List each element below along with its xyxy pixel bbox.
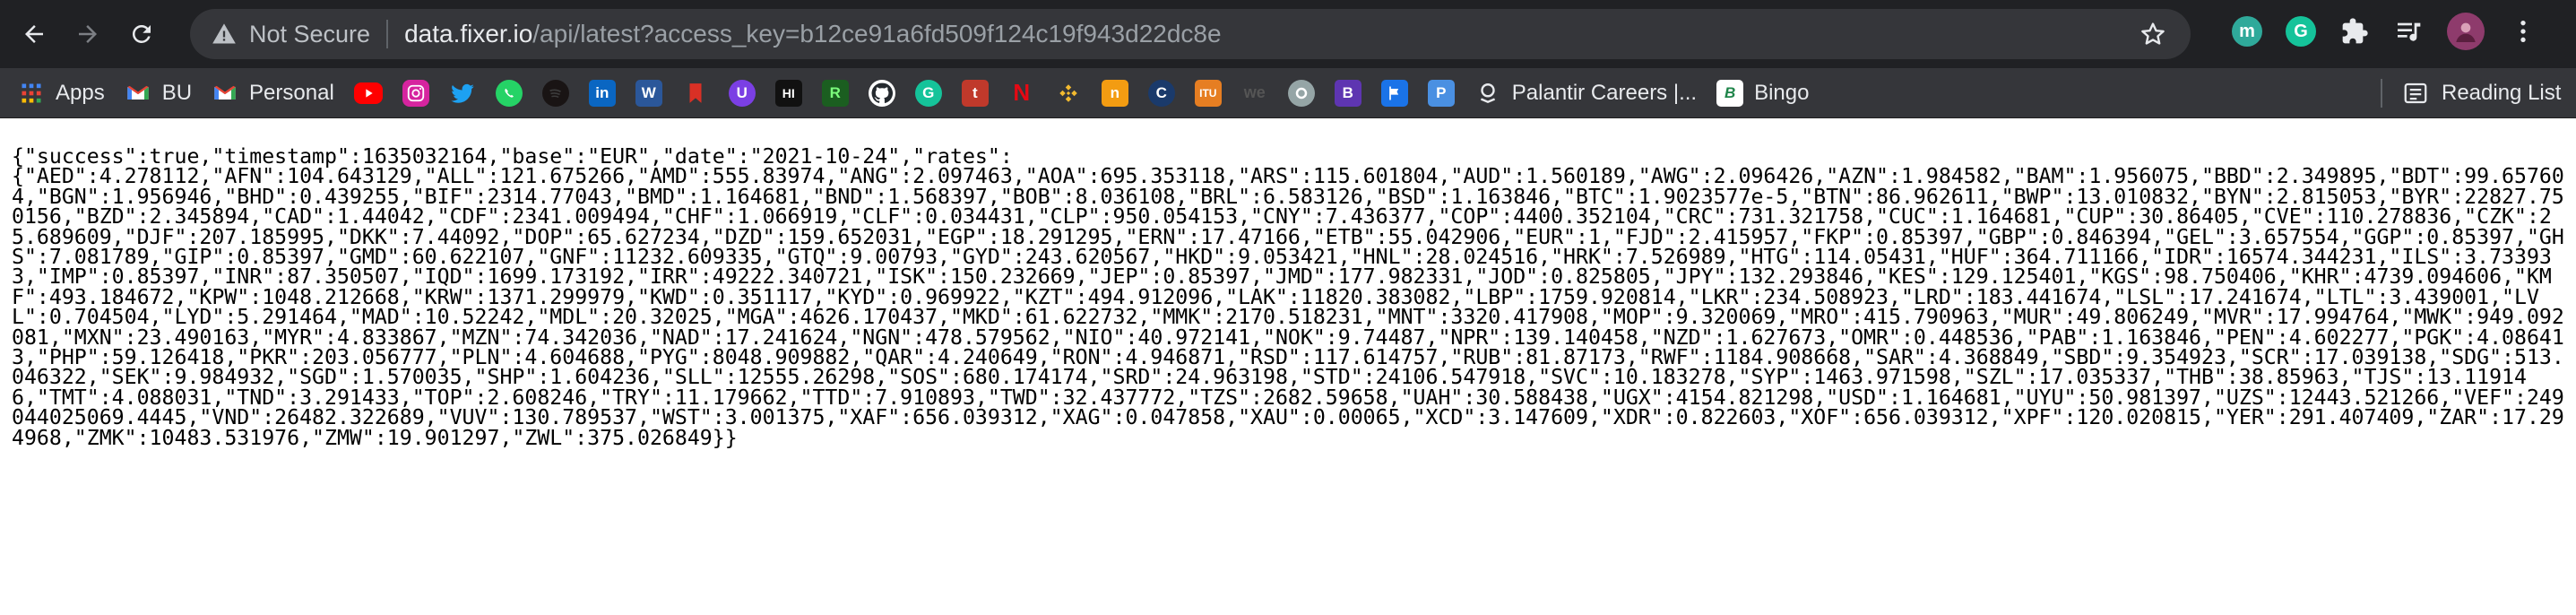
bookmark-flag[interactable] [1380, 79, 1408, 107]
bookmark-label: Apps [56, 80, 105, 105]
b-square-icon: B [1334, 79, 1361, 107]
bookmark-twitter[interactable] [449, 80, 476, 107]
bookmark-we[interactable]: we [1241, 80, 1268, 107]
instagram-icon [402, 79, 429, 107]
bookmark-gear[interactable] [1287, 79, 1315, 107]
bookmark-label: Bingo [1754, 80, 1810, 105]
reload-icon [132, 24, 151, 43]
bookmark-b[interactable]: B [1334, 79, 1361, 107]
address-divider [386, 20, 389, 48]
twitter-icon [449, 80, 476, 107]
bingo-icon: B [1716, 79, 1744, 107]
json-response-text: {"success":true,"timestamp":1635032164,"… [12, 144, 2564, 450]
browser-toolbar: Not Secure data.fixer.io/api/latest?acce… [0, 0, 2576, 68]
c-circle-icon: C [1147, 79, 1175, 107]
bookmark-palantir[interactable]: Palantir Careers |... [1474, 80, 1697, 107]
grammarly-icon[interactable]: G [2286, 16, 2316, 47]
bookmark-linkedin[interactable]: in [588, 79, 616, 107]
bookmark-bu[interactable]: BU [125, 80, 192, 107]
bookmark-word[interactable]: W [635, 79, 662, 107]
bookmark-red-icon [682, 80, 709, 107]
binance-icon [1055, 80, 1082, 107]
reading-list-button[interactable]: Reading List [2381, 68, 2561, 118]
itu-icon: ITU [1194, 79, 1222, 107]
bookmarks-bar: Apps BU Personal in W U HI R G t N n C I… [0, 68, 2576, 118]
more-vert-icon[interactable] [2508, 16, 2538, 47]
puzzle-icon[interactable] [2339, 16, 2370, 47]
gear-circle-icon [1287, 79, 1315, 107]
bookmark-green-r[interactable]: R [821, 79, 849, 107]
back-arrow-icon [25, 25, 43, 43]
whatsapp-icon [495, 79, 523, 107]
reading-list-label: Reading List [2442, 81, 2562, 105]
security-status-label[interactable]: Not Secure [249, 21, 370, 48]
bookmark-youtube[interactable] [353, 82, 383, 104]
palantir-icon [1474, 80, 1501, 107]
bookmark-label: BU [161, 80, 193, 105]
gmail-icon [212, 80, 238, 107]
bookmark-tumblr[interactable]: t [961, 79, 989, 107]
github-icon [868, 79, 895, 107]
extensions-area: m G [2232, 13, 2538, 50]
p-square-icon: P [1427, 79, 1455, 107]
bookmark-p[interactable]: P [1427, 79, 1455, 107]
gmail-icon [125, 80, 151, 107]
u-circle-icon: U [728, 79, 756, 107]
bookmark-personal[interactable]: Personal [212, 80, 334, 107]
bookmark-u[interactable]: U [728, 79, 756, 107]
address-bar[interactable]: Not Secure data.fixer.io/api/latest?acce… [190, 9, 2191, 59]
bookmark-red[interactable] [682, 80, 709, 107]
bookmark-apps[interactable]: Apps [18, 80, 105, 107]
back-button[interactable] [13, 13, 56, 56]
warning-triangle-icon[interactable] [212, 22, 237, 47]
bookmark-binance[interactable] [1055, 80, 1082, 107]
bookmarks-divider [2381, 79, 2382, 108]
bookmark-label: Personal [249, 80, 334, 105]
bookmark-grammarly[interactable]: G [914, 79, 942, 107]
word-icon: W [635, 79, 662, 107]
avatar[interactable] [2447, 13, 2485, 50]
bookmark-whatsapp[interactable] [495, 79, 523, 107]
m-circle-icon[interactable]: m [2232, 16, 2262, 47]
apps-grid-icon [18, 80, 45, 107]
bookmark-label: Palantir Careers |... [1511, 80, 1698, 105]
bookmark-spotify[interactable] [541, 79, 569, 107]
spotify-icon [541, 79, 569, 107]
forward-arrow-icon [79, 25, 97, 43]
bookmark-netflix[interactable]: N [1008, 79, 1035, 107]
linkedin-icon: in [588, 79, 616, 107]
reload-button[interactable] [120, 13, 163, 56]
flag-icon [1380, 79, 1408, 107]
netflix-icon: N [1013, 79, 1031, 106]
reading-list-icon [2404, 82, 2427, 104]
youtube-icon [353, 82, 383, 104]
bookmark-github[interactable] [868, 79, 895, 107]
tumblr-icon: t [961, 79, 989, 107]
we-icon: we [1243, 83, 1266, 101]
url-host[interactable]: data.fixer.io [404, 20, 532, 48]
green-r-icon: R [821, 79, 849, 107]
grammarly-icon: G [914, 79, 942, 107]
hi-icon: HI [774, 79, 802, 107]
bookmark-bingo[interactable]: B Bingo [1716, 79, 1810, 107]
forward-button[interactable] [66, 13, 109, 56]
bookmark-instagram[interactable] [402, 79, 429, 107]
bookmark-star-icon[interactable] [2139, 20, 2167, 48]
bookmark-c[interactable]: C [1147, 79, 1175, 107]
orange-square-icon: n [1101, 79, 1128, 107]
bookmark-hi[interactable]: HI [774, 79, 802, 107]
url-path[interactable]: /api/latest?access_key=b12ce91a6fd509f12… [532, 20, 1221, 48]
media-queue-icon[interactable] [2393, 16, 2424, 47]
bookmark-itu[interactable]: ITU [1194, 79, 1222, 107]
bookmark-orange[interactable]: n [1101, 79, 1128, 107]
